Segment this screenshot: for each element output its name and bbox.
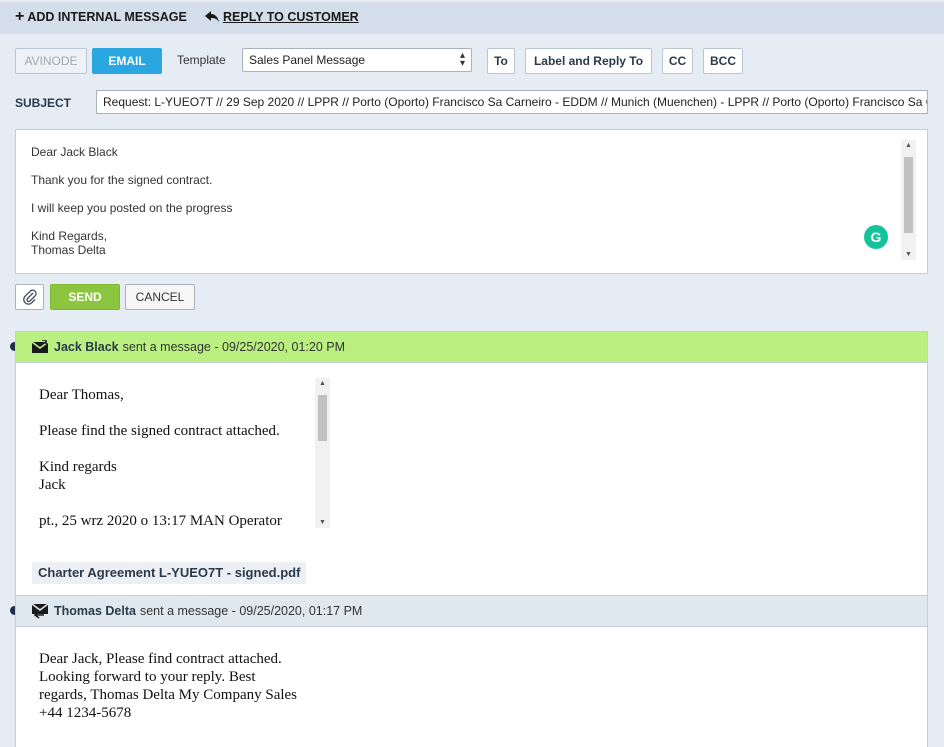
editor-scroll-thumb[interactable] — [904, 157, 913, 233]
message-line: Looking forward to your reply. Best — [39, 669, 256, 685]
message-meta: sent a message - 09/25/2020, 01:20 PM — [122, 340, 346, 354]
template-select[interactable]: Sales Panel Message ▴ ▾ — [242, 48, 472, 72]
editor-sign-1: Kind Regards, — [31, 229, 108, 243]
message-body: Dear Jack, Please find contract attached… — [15, 627, 928, 747]
received-mail-icon — [32, 340, 50, 354]
scroll-down-icon[interactable]: ▼ — [315, 519, 330, 526]
to-button[interactable]: To — [487, 48, 515, 74]
editor-sign-2: Thomas Delta — [31, 243, 106, 257]
reply-arrow-icon — [205, 11, 220, 23]
message-line: Dear Thomas, — [39, 387, 124, 403]
message-header[interactable]: Jack Black sent a message - 09/25/2020, … — [15, 331, 928, 363]
sender-name: Thomas Delta — [54, 604, 136, 618]
editor-line-2: I will keep you posted on the progress — [31, 201, 233, 215]
template-label: Template — [177, 53, 226, 67]
message-header[interactable]: Thomas Delta sent a message - 09/25/2020… — [15, 595, 928, 627]
avinode-button[interactable]: AVINODE — [15, 48, 87, 74]
scroll-up-icon[interactable]: ▲ — [901, 142, 916, 149]
plus-icon: + — [15, 8, 25, 25]
attachment-link[interactable]: Charter Agreement L-YUEO7T - signed.pdf — [32, 562, 307, 584]
add-internal-message-label: ADD INTERNAL MESSAGE — [27, 10, 187, 24]
paperclip-icon — [22, 289, 37, 305]
sender-name: Jack Black — [54, 340, 119, 354]
message-scroll-thumb[interactable] — [318, 395, 327, 441]
grammarly-icon[interactable]: G — [864, 225, 888, 249]
message-meta: sent a message - 09/25/2020, 01:17 PM — [139, 604, 363, 618]
message-scrollbar[interactable]: ▲ ▼ — [315, 378, 330, 528]
message-line: Kind regards — [39, 459, 117, 475]
message-line: pt., 25 wrz 2020 o 13:17 MAN Operator — [39, 513, 282, 529]
message-editor[interactable]: Dear Jack Black Thank you for the signed… — [15, 129, 928, 274]
scroll-down-icon[interactable]: ▼ — [901, 251, 916, 258]
template-select-value: Sales Panel Message — [249, 53, 366, 67]
bcc-button[interactable]: BCC — [703, 48, 743, 74]
reply-to-customer-tab[interactable]: REPLY TO CUSTOMER — [205, 10, 359, 24]
message-line: Jack — [39, 477, 66, 493]
label-and-reply-to-button[interactable]: Label and Reply To — [525, 48, 652, 74]
message-line: regards, Thomas Delta My Company Sales — [39, 687, 298, 703]
reply-to-customer-label: REPLY TO CUSTOMER — [223, 10, 359, 24]
select-arrows-icon: ▴ ▾ — [459, 50, 465, 69]
subject-input[interactable]: Request: L-YUEO7T // 29 Sep 2020 // LPPR… — [96, 90, 928, 114]
sent-mail-icon — [32, 603, 50, 619]
attach-button[interactable] — [15, 284, 44, 310]
message-line: Please find the signed contract attached… — [39, 423, 280, 439]
message-line: +44 1234-5678 — [39, 705, 132, 721]
editor-greeting: Dear Jack Black — [31, 145, 118, 159]
cancel-button[interactable]: CANCEL — [125, 284, 195, 310]
subject-label: SUBJECT — [15, 96, 72, 110]
scroll-up-icon[interactable]: ▲ — [315, 380, 330, 387]
cc-button[interactable]: CC — [662, 48, 693, 74]
message-line: Dear Jack, Please find contract attached… — [39, 651, 282, 667]
editor-scrollbar[interactable]: ▲ ▼ — [901, 140, 916, 260]
editor-line-1: Thank you for the signed contract. — [31, 173, 213, 187]
email-button[interactable]: EMAIL — [92, 48, 162, 74]
top-action-bar: + ADD INTERNAL MESSAGE REPLY TO CUSTOMER — [0, 0, 944, 34]
add-internal-message-tab[interactable]: + ADD INTERNAL MESSAGE — [15, 8, 187, 25]
send-button[interactable]: SEND — [50, 284, 120, 310]
